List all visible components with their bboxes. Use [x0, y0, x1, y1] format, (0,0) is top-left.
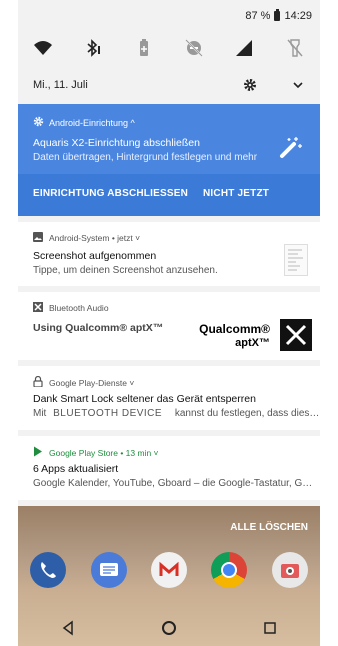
date-row: Mi., 11. Juli	[33, 76, 305, 94]
back-icon[interactable]	[60, 620, 76, 636]
gear-icon	[33, 116, 44, 129]
screenshot-thumbnail	[284, 244, 308, 276]
play-store-icon	[33, 446, 43, 459]
qualcomm-aptx-logo: Qualcomm® aptX™	[199, 322, 270, 350]
setup-actions: EINRICHTUNG ABSCHLIESSEN NICHT JETZT	[18, 174, 320, 216]
notification-title: 6 Apps aktualisiert	[33, 463, 119, 475]
text-prefix: Mit	[33, 408, 47, 419]
dnd-off-icon[interactable]	[183, 37, 205, 59]
clear-all-button[interactable]: ALLE LÖSCHEN	[230, 522, 308, 533]
notification-header: Google Play Store • 13 min ˅	[33, 446, 159, 459]
notification-title: Aquaris X2-Einrichtung abschließen	[33, 137, 200, 149]
logo-line-2: aptX™	[235, 337, 270, 349]
messages-icon[interactable]	[90, 552, 127, 588]
quick-settings-row	[18, 35, 320, 61]
cellular-icon[interactable]	[233, 37, 255, 59]
finish-setup-button[interactable]: EINRICHTUNG ABSCHLIESSEN	[33, 188, 188, 199]
flashlight-off-icon[interactable]	[284, 37, 306, 59]
device-name: BLUETOOTH DEVICE	[53, 408, 163, 419]
not-now-button[interactable]: NICHT JETZT	[203, 188, 269, 199]
notification-text: Tippe, um deinen Screenshot anzusehen.	[33, 265, 218, 276]
wifi-icon[interactable]	[32, 37, 54, 59]
notification-app-name: Google Play Store • 13 min ˅	[49, 447, 159, 458]
notification-title: Dank Smart Lock seltener das Gerät entsp…	[33, 393, 256, 405]
smartlock-notification[interactable]: Google Play-Dienste ˅ Dank Smart Lock se…	[18, 366, 320, 430]
playstore-notification[interactable]: Google Play Store • 13 min ˅ 6 Apps aktu…	[18, 436, 320, 500]
lock-icon	[33, 375, 43, 389]
bluetooth-icon[interactable]	[82, 37, 104, 59]
app-dock	[18, 550, 320, 590]
navigation-bar	[18, 610, 320, 646]
text-suffix: kannst du festlegen, dass dies…	[174, 408, 320, 419]
notification-text: Daten übertragen, Hintergrund festlegen …	[33, 152, 258, 163]
recents-icon[interactable]	[262, 620, 278, 636]
notification-text: Google Kalender, YouTube, Gboard – die G…	[33, 478, 313, 489]
home-icon[interactable]	[161, 620, 177, 636]
notification-app-name: Android-Einrichtung ^	[49, 117, 135, 128]
notification-header: Google Play-Dienste ˅	[33, 375, 135, 389]
notification-header: Android-System • jetzt ˅	[33, 232, 140, 244]
chevron-down-icon[interactable]	[291, 78, 305, 92]
battery-percent: 87 %	[245, 10, 271, 22]
notification-header: Android-Einrichtung ^	[33, 116, 135, 129]
notification-header: Bluetooth Audio	[33, 302, 109, 314]
notification-text: Mit BLUETOOTH DEVICE kannst du festlegen…	[33, 408, 319, 419]
notification-shade: 87 % 14:29 Mi., 11. Juli Android-Einrich…	[18, 0, 320, 646]
aptx-x-icon	[280, 319, 312, 351]
notification-app-name: Bluetooth Audio	[49, 303, 109, 313]
status-bar: 87 % 14:29	[245, 9, 312, 22]
logo-line-1: Qualcomm®	[199, 322, 270, 336]
chrome-icon[interactable]	[211, 552, 248, 588]
bluetooth-notification[interactable]: Bluetooth Audio Using Qualcomm® aptX™ Qu…	[18, 292, 320, 360]
camera-icon[interactable]	[271, 552, 308, 588]
screenshot-notification[interactable]: Android-System • jetzt ˅ Screenshot aufg…	[18, 222, 320, 286]
clock: 14:29	[284, 10, 312, 22]
notification-app-name: Google Play-Dienste ˅	[49, 377, 135, 388]
close-box-icon	[33, 302, 43, 314]
battery-icon	[274, 9, 281, 21]
notification-app-name: Android-System • jetzt ˅	[49, 233, 141, 243]
phone-icon[interactable]	[30, 552, 67, 588]
gear-icon[interactable]	[243, 78, 257, 92]
battery-saver-icon[interactable]	[133, 37, 155, 59]
date-label: Mi., 11. Juli	[33, 79, 88, 91]
magic-wand-icon	[278, 134, 304, 160]
notification-title: Screenshot aufgenommen	[33, 250, 157, 262]
notification-title: Using Qualcomm® aptX™	[33, 322, 164, 334]
gmail-icon[interactable]	[150, 552, 187, 588]
image-icon	[33, 232, 43, 244]
